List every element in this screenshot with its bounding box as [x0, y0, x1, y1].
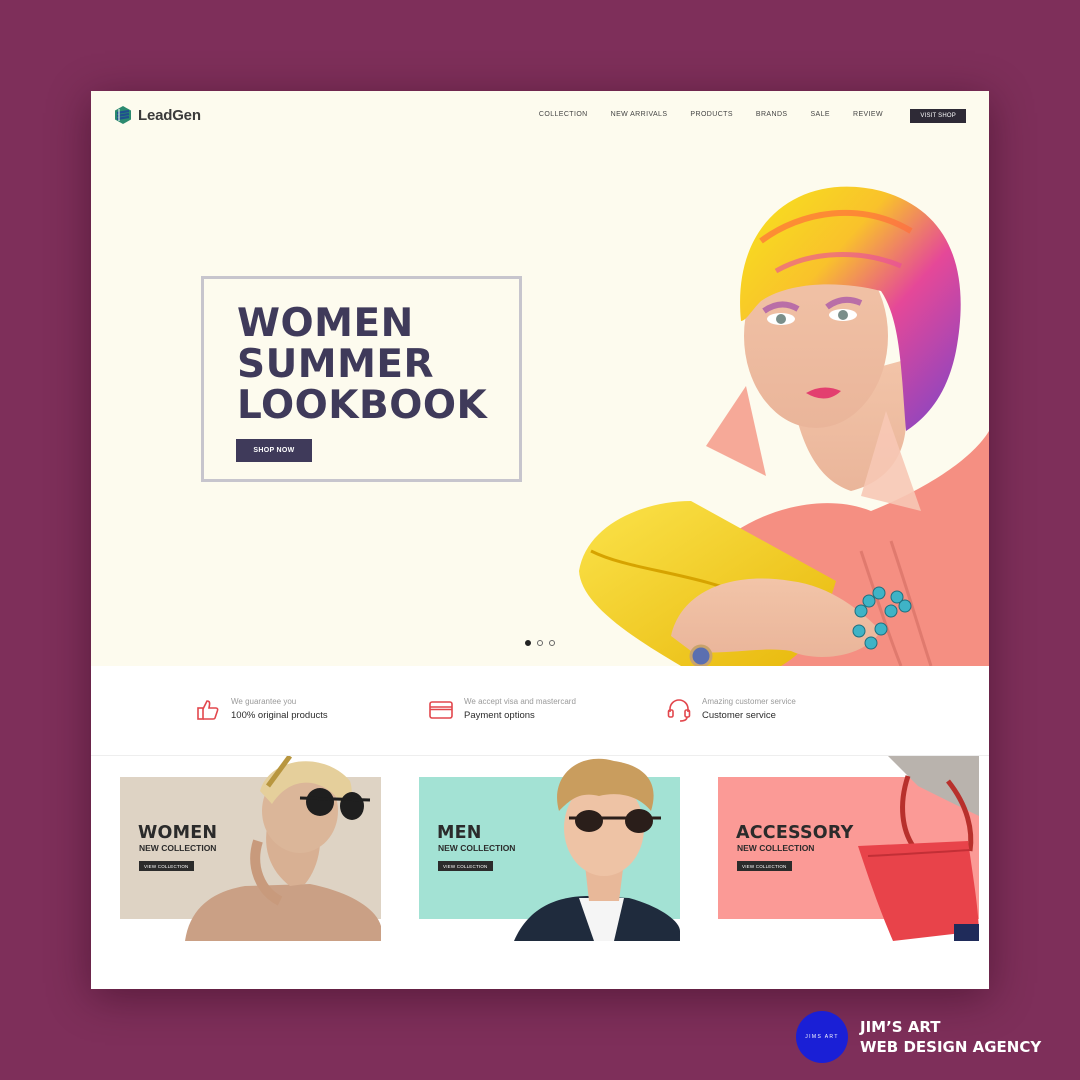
hero-model-photo: [579, 186, 989, 666]
feature-original-products: We guarantee you 100% original products: [195, 696, 328, 723]
accessory-view-collection-button[interactable]: VIEW COLLECTION: [737, 861, 792, 871]
agency-name: JIM’S ART WEB DESIGN AGENCY: [860, 1017, 1041, 1057]
category-cards: WOMEN NEW COLLECTION VIEW COLLECTION MEN…: [91, 756, 989, 989]
slider-dots: [525, 640, 555, 646]
feature-3-title: Customer service: [702, 710, 776, 721]
feature-3-caption: Amazing customer service: [702, 697, 796, 706]
women-card-subtitle: NEW COLLECTION: [139, 843, 217, 853]
headline-line-3: LOOKBOOK: [237, 383, 488, 428]
feature-customer-service: Amazing customer service Customer servic…: [666, 696, 796, 723]
men-card-title: MEN: [437, 823, 482, 843]
women-view-collection-button[interactable]: VIEW COLLECTION: [139, 861, 194, 871]
category-card-men[interactable]: MEN NEW COLLECTION VIEW COLLECTION: [419, 758, 680, 941]
accessory-card-subtitle: NEW COLLECTION: [737, 843, 815, 853]
features-bar: We guarantee you 100% original products …: [91, 666, 989, 756]
nav-products[interactable]: PRODUCTS: [690, 111, 732, 118]
main-menu: COLLECTION NEW ARRIVALS PRODUCTS BRANDS …: [539, 111, 883, 118]
feature-2-title: Payment options: [464, 710, 535, 721]
feature-payment-options: We accept visa and mastercard Payment op…: [428, 696, 576, 723]
headset-icon: [667, 698, 691, 722]
slider-dot-2[interactable]: [537, 640, 543, 646]
feature-1-title: 100% original products: [231, 710, 328, 721]
accessory-card-title: ACCESSORY: [736, 823, 854, 843]
nav-collection[interactable]: COLLECTION: [539, 111, 588, 118]
men-card-subtitle: NEW COLLECTION: [438, 843, 516, 853]
thumbs-up-icon: [197, 699, 219, 720]
top-navigation: LeadGen COLLECTION NEW ARRIVALS PRODUCTS…: [91, 91, 989, 141]
shop-now-button[interactable]: SHOP NOW: [236, 439, 312, 462]
nav-review[interactable]: REVIEW: [853, 111, 883, 118]
hero-headline: WOMEN SUMMER LOOKBOOK: [237, 303, 487, 426]
nav-sale[interactable]: SALE: [810, 111, 830, 118]
hero-headline-frame: WOMEN SUMMER LOOKBOOK SHOP NOW: [201, 276, 522, 482]
agency-line-2: WEB DESIGN AGENCY: [860, 1038, 1042, 1056]
website-mockup: LeadGen COLLECTION NEW ARRIVALS PRODUCTS…: [91, 91, 989, 989]
category-card-accessory[interactable]: ACCESSORY NEW COLLECTION VIEW COLLECTION: [718, 756, 979, 941]
hero-section: LeadGen COLLECTION NEW ARRIVALS PRODUCTS…: [91, 91, 989, 666]
headline-line-2: SUMMER: [237, 342, 435, 387]
category-card-women[interactable]: WOMEN NEW COLLECTION VIEW COLLECTION: [120, 756, 381, 941]
feature-2-caption: We accept visa and mastercard: [464, 697, 576, 706]
slider-dot-3[interactable]: [549, 640, 555, 646]
hexagon-logo-icon: [115, 106, 131, 124]
slider-dot-1[interactable]: [525, 640, 531, 646]
men-view-collection-button[interactable]: VIEW COLLECTION: [438, 861, 493, 871]
credit-card-icon: [429, 700, 453, 719]
women-card-title: WOMEN: [138, 823, 218, 843]
feature-1-caption: We guarantee you: [231, 697, 297, 706]
nav-brands[interactable]: BRANDS: [756, 111, 788, 118]
visit-shop-button[interactable]: VISIT SHOP: [910, 109, 966, 123]
brand-name: LeadGen: [138, 106, 201, 124]
headline-line-1: WOMEN: [237, 301, 414, 346]
nav-new-arrivals[interactable]: NEW ARRIVALS: [611, 111, 668, 118]
agency-line-1: JIM’S ART: [860, 1018, 941, 1036]
brand-logo[interactable]: LeadGen: [113, 105, 201, 125]
agency-logo: JIMS ART: [796, 1011, 848, 1063]
agency-badge: JIMS ART JIM’S ART WEB DESIGN AGENCY: [796, 1011, 1041, 1063]
